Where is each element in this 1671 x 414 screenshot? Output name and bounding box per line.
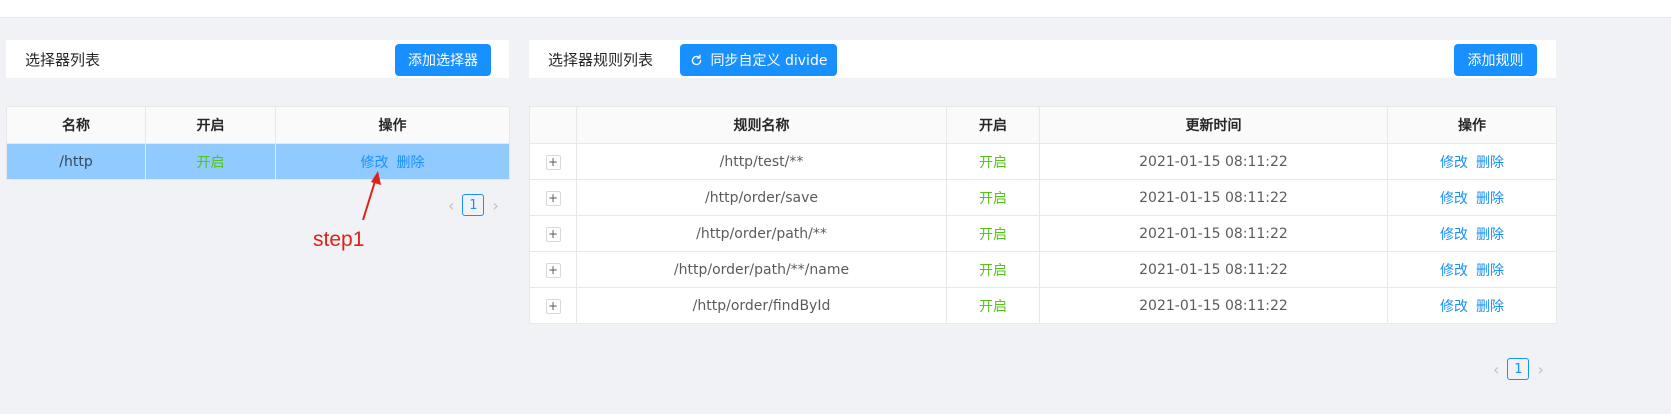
status-enabled: 开启 bbox=[946, 179, 1040, 216]
table-row[interactable]: + /http/test/** 开启 2021-01-15 08:11:22 修… bbox=[529, 143, 1557, 180]
add-selector-button[interactable]: 添加选择器 bbox=[395, 44, 491, 76]
sync-divide-button[interactable]: 同步自定义 divide bbox=[680, 44, 837, 76]
column-header-enabled: 开启 bbox=[946, 106, 1040, 144]
column-header-actions: 操作 bbox=[1387, 106, 1557, 144]
status-enabled: 开启 bbox=[946, 287, 1040, 324]
column-header-actions: 操作 bbox=[275, 106, 510, 144]
delete-link[interactable]: 删除 bbox=[1476, 155, 1504, 171]
actions-cell: 修改 删除 bbox=[1387, 215, 1557, 252]
status-enabled: 开启 bbox=[145, 143, 276, 180]
actions-cell: 修改 删除 bbox=[1387, 179, 1557, 216]
table-row[interactable]: + /http/order/path/**/name 开启 2021-01-15… bbox=[529, 251, 1557, 288]
delete-link[interactable]: 删除 bbox=[1476, 227, 1504, 243]
annotation-arrow bbox=[362, 171, 381, 221]
column-header-name: 名称 bbox=[6, 106, 146, 144]
column-header-rule-name: 规则名称 bbox=[576, 106, 947, 144]
table-row[interactable]: /http 开启 修改 删除 bbox=[6, 143, 510, 180]
status-enabled: 开启 bbox=[946, 143, 1040, 180]
expand-icon[interactable]: + bbox=[545, 226, 561, 242]
selector-table: 名称 开启 操作 /http 开启 修改 删除 bbox=[6, 106, 510, 180]
selector-name: /http bbox=[6, 143, 146, 180]
annotation-label: step1 bbox=[313, 228, 365, 251]
delete-link[interactable]: 删除 bbox=[1476, 299, 1504, 315]
edit-link[interactable]: 修改 bbox=[1440, 227, 1468, 243]
rule-name: /http/order/path/** bbox=[576, 215, 947, 252]
selector-pagination: ‹ 1 › bbox=[448, 194, 499, 216]
rule-name: /http/order/path/**/name bbox=[576, 251, 947, 288]
edit-link[interactable]: 修改 bbox=[1440, 155, 1468, 171]
selector-rules-title: 选择器规则列表 bbox=[548, 50, 654, 69]
expand-icon[interactable]: + bbox=[545, 298, 561, 314]
rules-table-header: 规则名称 开启 更新时间 操作 bbox=[529, 106, 1557, 144]
prev-page-icon[interactable]: ‹ bbox=[448, 196, 454, 215]
expand-cell: + bbox=[529, 287, 577, 324]
actions-cell: 修改 删除 bbox=[1387, 287, 1557, 324]
status-enabled: 开启 bbox=[946, 215, 1040, 252]
column-header-expand bbox=[529, 106, 577, 144]
add-rule-button[interactable]: 添加规则 bbox=[1454, 44, 1537, 76]
column-header-updated: 更新时间 bbox=[1039, 106, 1388, 144]
page-number[interactable]: 1 bbox=[1507, 358, 1530, 380]
rule-name: /http/order/save bbox=[576, 179, 947, 216]
next-page-icon[interactable]: › bbox=[492, 196, 498, 215]
actions-cell: 修改 删除 bbox=[1387, 251, 1557, 288]
expand-icon[interactable]: + bbox=[545, 190, 561, 206]
updated-time: 2021-01-15 08:11:22 bbox=[1039, 287, 1388, 324]
expand-cell: + bbox=[529, 251, 577, 288]
rule-name: /http/test/** bbox=[576, 143, 947, 180]
edit-link[interactable]: 修改 bbox=[1440, 191, 1468, 207]
column-header-enabled: 开启 bbox=[145, 106, 276, 144]
expand-icon[interactable]: + bbox=[545, 154, 561, 170]
delete-link[interactable]: 删除 bbox=[1476, 191, 1504, 207]
sync-icon bbox=[691, 54, 701, 65]
updated-time: 2021-01-15 08:11:22 bbox=[1039, 215, 1388, 252]
rules-pagination: ‹ 1 › bbox=[1493, 358, 1544, 380]
next-page-icon[interactable]: › bbox=[1537, 360, 1543, 379]
status-enabled: 开启 bbox=[946, 251, 1040, 288]
delete-link[interactable]: 删除 bbox=[397, 155, 425, 171]
expand-icon[interactable]: + bbox=[545, 262, 561, 278]
updated-time: 2021-01-15 08:11:22 bbox=[1039, 143, 1388, 180]
rules-table: 规则名称 开启 更新时间 操作 + /http/test/** 开启 2021-… bbox=[529, 106, 1557, 324]
selector-table-header: 名称 开启 操作 bbox=[6, 106, 510, 144]
actions-cell: 修改 删除 bbox=[1387, 143, 1557, 180]
expand-cell: + bbox=[529, 215, 577, 252]
selector-list-title: 选择器列表 bbox=[25, 50, 101, 69]
table-row[interactable]: + /http/order/save 开启 2021-01-15 08:11:2… bbox=[529, 179, 1557, 216]
actions-cell: 修改 删除 bbox=[275, 143, 510, 180]
sync-divide-label: 同步自定义 divide bbox=[710, 53, 828, 69]
prev-page-icon[interactable]: ‹ bbox=[1493, 360, 1499, 379]
table-row[interactable]: + /http/order/findById 开启 2021-01-15 08:… bbox=[529, 287, 1557, 324]
page-number[interactable]: 1 bbox=[462, 194, 485, 216]
rule-name: /http/order/findById bbox=[576, 287, 947, 324]
top-bar bbox=[0, 0, 1671, 18]
delete-link[interactable]: 删除 bbox=[1476, 263, 1504, 279]
updated-time: 2021-01-15 08:11:22 bbox=[1039, 179, 1388, 216]
expand-cell: + bbox=[529, 143, 577, 180]
edit-link[interactable]: 修改 bbox=[1440, 263, 1468, 279]
edit-link[interactable]: 修改 bbox=[1440, 299, 1468, 315]
updated-time: 2021-01-15 08:11:22 bbox=[1039, 251, 1388, 288]
table-row[interactable]: + /http/order/path/** 开启 2021-01-15 08:1… bbox=[529, 215, 1557, 252]
expand-cell: + bbox=[529, 179, 577, 216]
